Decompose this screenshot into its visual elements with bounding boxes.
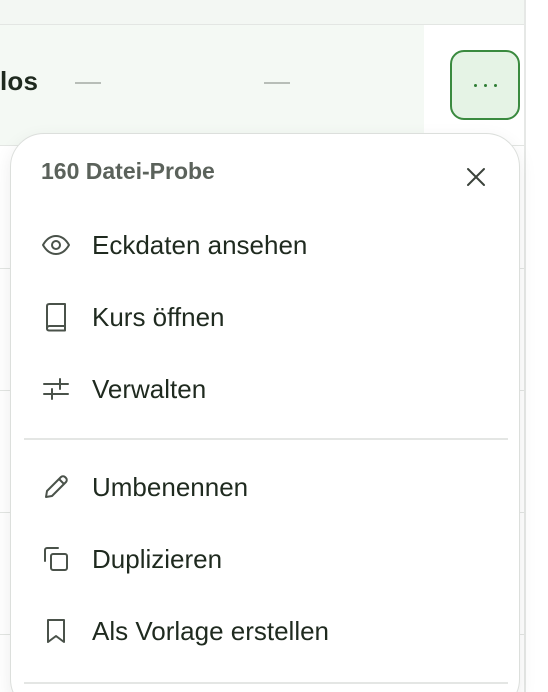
menu-item-open-course[interactable]: Kurs öffnen bbox=[11, 286, 519, 348]
copy-icon bbox=[41, 544, 71, 574]
menu-item-view-details[interactable]: Eckdaten ansehen bbox=[11, 214, 519, 276]
table-row-selected[interactable] bbox=[0, 25, 524, 146]
table-header-band bbox=[0, 0, 526, 25]
menu-divider bbox=[24, 438, 508, 440]
more-dots-icon bbox=[493, 83, 497, 87]
menu-item-label: Eckdaten ansehen bbox=[92, 229, 308, 260]
menu-item-rename[interactable]: Umbenennen bbox=[11, 456, 519, 518]
eye-icon bbox=[41, 230, 71, 260]
pencil-icon bbox=[41, 472, 71, 502]
menu-item-create-template[interactable]: Als Vorlage erstellen bbox=[11, 600, 519, 662]
page: los 160 Datei-Probe Eckdaten ansehen Kur… bbox=[0, 0, 548, 692]
book-icon bbox=[41, 302, 71, 332]
menu-item-label: Als Vorlage erstellen bbox=[92, 615, 330, 646]
menu-item-duplicate[interactable]: Duplizieren bbox=[11, 528, 519, 590]
menu-item-manage[interactable]: Verwalten bbox=[11, 358, 519, 420]
more-dots-icon bbox=[483, 83, 487, 87]
bookmark-icon bbox=[41, 616, 71, 646]
row-empty-cell bbox=[75, 82, 101, 84]
sliders-icon bbox=[41, 374, 71, 404]
row-name-cell: los bbox=[0, 66, 39, 96]
menu-item-label: Kurs öffnen bbox=[92, 301, 225, 332]
more-dots-icon bbox=[473, 83, 477, 87]
menu-item-label: Verwalten bbox=[92, 373, 207, 404]
close-icon bbox=[467, 168, 485, 186]
table-right-border bbox=[524, 0, 526, 692]
menu-title: 160 Datei-Probe bbox=[41, 158, 215, 184]
more-actions-button[interactable] bbox=[450, 50, 520, 120]
menu-item-label: Duplizieren bbox=[92, 543, 223, 574]
row-actions-menu: 160 Datei-Probe Eckdaten ansehen Kurs öf… bbox=[10, 133, 520, 692]
close-menu-button[interactable] bbox=[459, 160, 493, 194]
row-empty-cell bbox=[264, 82, 290, 84]
menu-divider bbox=[24, 682, 508, 684]
menu-item-label: Umbenennen bbox=[92, 471, 249, 502]
